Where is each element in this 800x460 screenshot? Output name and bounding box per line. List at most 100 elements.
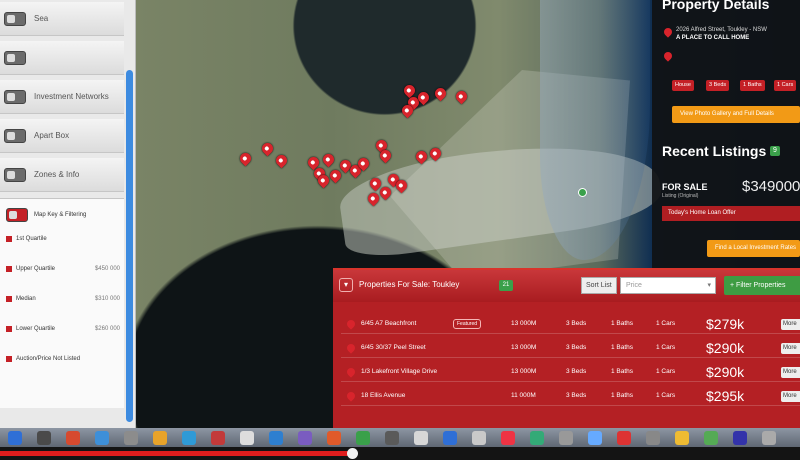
dock-app-icon[interactable] bbox=[385, 431, 399, 445]
listing-row[interactable]: 6/45 30/37 Peel Street 13 000M 3 Beds 1 … bbox=[341, 339, 800, 358]
recent-count-badge: 9 bbox=[770, 146, 780, 156]
video-scrubber-handle[interactable] bbox=[347, 448, 358, 459]
filter-price: $260 000 bbox=[94, 326, 120, 332]
listings-panel: ▾ Properties For Sale: Toukley 21 Sort L… bbox=[333, 268, 800, 430]
dock-app-icon[interactable] bbox=[617, 431, 631, 445]
video-progress-bar[interactable] bbox=[0, 447, 800, 460]
listing-pin-icon[interactable] bbox=[327, 167, 344, 184]
dock-app-icon[interactable] bbox=[356, 431, 370, 445]
filter-header[interactable]: Map Key & Filtering bbox=[6, 207, 120, 223]
dock-app-icon[interactable] bbox=[327, 431, 341, 445]
listing-address: 18 Ellis Avenue bbox=[361, 392, 406, 399]
recent-listings-title: Recent Listings bbox=[662, 143, 767, 159]
sale-price: $349000 bbox=[742, 178, 800, 195]
layer-item-investment[interactable]: Investment Networks bbox=[0, 80, 124, 114]
listing-pin-icon[interactable] bbox=[432, 85, 449, 102]
filter-title: Map Key & Filtering bbox=[34, 212, 87, 218]
layer-item-sea[interactable]: Sea bbox=[0, 2, 124, 36]
home-loan-offer[interactable]: Today's Home Loan Offer bbox=[662, 206, 800, 221]
dock-app-icon[interactable] bbox=[95, 431, 109, 445]
dock-app-icon[interactable] bbox=[8, 431, 22, 445]
layer-item-zones[interactable]: Zones & Info bbox=[0, 158, 124, 192]
filter-item[interactable]: 1st Quartile bbox=[6, 231, 120, 247]
layer-item-2[interactable] bbox=[0, 41, 124, 75]
dock-app-icon[interactable] bbox=[704, 431, 718, 445]
dock-app-icon[interactable] bbox=[646, 431, 660, 445]
listing-pin-icon[interactable] bbox=[320, 151, 337, 168]
dock-app-icon[interactable] bbox=[269, 431, 283, 445]
location-pin-icon bbox=[345, 390, 357, 402]
view-details-button[interactable]: View Photo Gallery and Full Details bbox=[672, 106, 800, 123]
dock-app-icon[interactable] bbox=[124, 431, 138, 445]
dock-app-icon[interactable] bbox=[37, 431, 51, 445]
more-button[interactable]: More bbox=[781, 391, 800, 402]
marker-icon bbox=[6, 326, 12, 332]
filter-label: Median bbox=[16, 296, 36, 302]
local-rates-button[interactable]: Find a Local Investment Rates bbox=[707, 240, 800, 257]
dock-app-icon[interactable] bbox=[182, 431, 196, 445]
listing-address: 1/3 Lakefront Village Drive bbox=[361, 368, 438, 375]
listing-row[interactable]: 1/3 Lakefront Village Drive 13 000M 3 Be… bbox=[341, 363, 800, 382]
listing-land: 11 000M bbox=[511, 392, 536, 399]
dock-app-icon[interactable] bbox=[66, 431, 80, 445]
listing-address: 6/45 30/37 Peel Street bbox=[361, 344, 426, 351]
tag-cars: 1 Cars bbox=[774, 80, 797, 91]
listing-pin-icon[interactable] bbox=[273, 152, 290, 169]
tag-type: House bbox=[672, 80, 694, 91]
tag-pin-icon bbox=[662, 50, 674, 62]
collapse-icon[interactable]: ▾ bbox=[339, 278, 353, 292]
listing-cars: 1 Cars bbox=[656, 344, 676, 351]
filter-item[interactable]: Median $310 000 bbox=[6, 291, 120, 307]
tagline-text: A PLACE TO CALL HOME bbox=[676, 35, 750, 42]
tag-baths: 1 Baths bbox=[740, 80, 765, 91]
marker-icon bbox=[6, 236, 12, 242]
map-key-filter-panel: Map Key & Filtering 1st Quartile Upper Q… bbox=[0, 198, 124, 408]
dock-app-icon[interactable] bbox=[762, 431, 776, 445]
filter-properties-label: Filter Properties bbox=[736, 282, 786, 289]
more-button[interactable]: More bbox=[781, 343, 800, 354]
dock-app-icon[interactable] bbox=[675, 431, 689, 445]
dock-app-icon[interactable] bbox=[530, 431, 544, 445]
filter-label: Upper Quartile bbox=[16, 266, 56, 272]
dock-app-icon[interactable] bbox=[733, 431, 747, 445]
layer-label: Zones & Info bbox=[34, 170, 80, 179]
filter-label: Lower Quartile bbox=[16, 326, 56, 332]
toggle-icon[interactable] bbox=[6, 208, 28, 222]
listing-baths: 1 Baths bbox=[611, 368, 634, 375]
listing-pin-icon[interactable] bbox=[237, 150, 254, 167]
toggle-icon[interactable] bbox=[4, 89, 26, 104]
filter-item[interactable]: Upper Quartile $450 000 bbox=[6, 261, 120, 277]
dock-app-icon[interactable] bbox=[443, 431, 457, 445]
map-marker-icon[interactable] bbox=[578, 188, 587, 197]
dock-app-icon[interactable] bbox=[211, 431, 225, 445]
video-progress-fill bbox=[0, 451, 352, 456]
for-sale-sub: Listing (Original) bbox=[662, 193, 699, 199]
dock-app-icon[interactable] bbox=[298, 431, 312, 445]
toggle-icon[interactable] bbox=[4, 11, 26, 26]
layer-item-apart[interactable]: Apart Box bbox=[0, 119, 124, 153]
listing-row[interactable]: 18 Ellis Avenue 11 000M 3 Beds 1 Baths 1… bbox=[341, 387, 800, 406]
sort-select[interactable]: Price bbox=[620, 277, 716, 294]
toggle-icon[interactable] bbox=[4, 50, 26, 65]
toggle-icon[interactable] bbox=[4, 128, 26, 143]
listing-pin-icon[interactable] bbox=[453, 88, 470, 105]
dock-app-icon[interactable] bbox=[588, 431, 602, 445]
layer-label: Investment Networks bbox=[34, 92, 109, 101]
filter-item[interactable]: Lower Quartile $260 000 bbox=[6, 321, 120, 337]
toggle-icon[interactable] bbox=[4, 167, 26, 182]
dock-app-icon[interactable] bbox=[240, 431, 254, 445]
filter-item[interactable]: Auction/Price Not Listed bbox=[6, 351, 120, 367]
more-button[interactable]: More bbox=[781, 367, 800, 378]
listings-title: Properties For Sale: Toukley bbox=[359, 280, 460, 289]
dock-app-icon[interactable] bbox=[153, 431, 167, 445]
filter-properties-button[interactable]: + Filter Properties bbox=[724, 276, 800, 295]
dock-app-icon[interactable] bbox=[559, 431, 573, 445]
listing-baths: 1 Baths bbox=[611, 344, 634, 351]
listing-row[interactable]: 6/45 A7 Beachfront Featured 13 000M 3 Be… bbox=[341, 315, 800, 334]
listing-pin-icon[interactable] bbox=[259, 140, 276, 157]
dock-app-icon[interactable] bbox=[414, 431, 428, 445]
dock-app-icon[interactable] bbox=[472, 431, 486, 445]
more-button[interactable]: More bbox=[781, 319, 800, 330]
sidebar-scrollbar[interactable] bbox=[126, 70, 133, 422]
dock-app-icon[interactable] bbox=[501, 431, 515, 445]
